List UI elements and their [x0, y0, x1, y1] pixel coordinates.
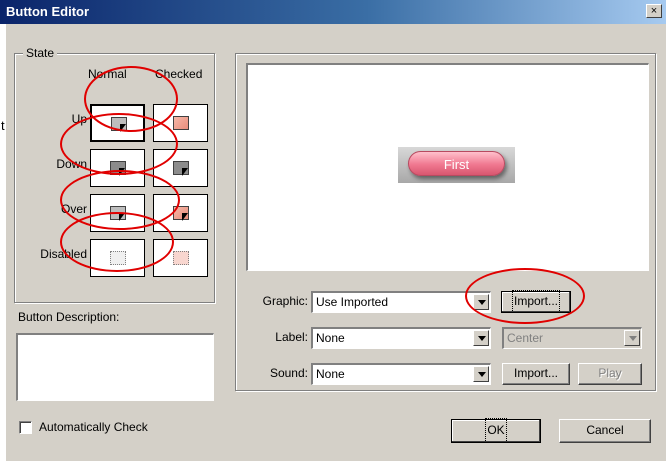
- state-cell-disabled-normal[interactable]: [90, 239, 145, 277]
- ok-label: OK: [485, 418, 507, 443]
- dialog-body: State Normal Checked Up Down Over Disabl…: [6, 24, 666, 461]
- sound-play-label: Play: [598, 366, 622, 380]
- button-state-icon: [173, 251, 189, 265]
- side-note-text: t: [1, 118, 5, 133]
- sound-select-value: None: [316, 367, 345, 381]
- sound-label: Sound:: [269, 366, 308, 380]
- cancel-button[interactable]: Cancel: [559, 419, 651, 443]
- state-cell-down-normal[interactable]: [90, 149, 145, 187]
- pointer-cursor-icon: [182, 213, 188, 221]
- description-textarea[interactable]: [16, 333, 214, 401]
- row-label-over: Over: [60, 202, 87, 216]
- title-bar: Button Editor ×: [0, 0, 666, 24]
- label-field-label: Label:: [275, 330, 308, 344]
- state-group-legend: State: [23, 46, 58, 60]
- preview-button: First: [408, 151, 505, 176]
- chevron-down-icon: [624, 330, 640, 346]
- row-label-disabled: Disabled: [40, 247, 87, 261]
- label-select-value: None: [316, 331, 345, 345]
- sound-play-button: Play: [578, 363, 642, 385]
- description-label: Button Description:: [18, 310, 120, 324]
- graphic-import-button[interactable]: Import...: [501, 290, 571, 313]
- sound-import-label: Import...: [513, 366, 558, 380]
- pointer-cursor-icon: [120, 124, 126, 132]
- label-select[interactable]: None: [311, 327, 491, 349]
- ok-button[interactable]: OK: [451, 418, 541, 443]
- state-cell-up-checked[interactable]: [153, 104, 208, 142]
- close-button[interactable]: ×: [646, 4, 662, 18]
- preview-group: First Graphic: Use Imported Import... La…: [235, 53, 656, 391]
- state-cell-over-normal[interactable]: [90, 194, 145, 232]
- pointer-cursor-icon: [119, 213, 125, 221]
- button-state-icon: [173, 116, 189, 130]
- pointer-cursor-icon: [182, 168, 188, 176]
- chevron-down-icon[interactable]: [473, 330, 489, 346]
- sound-import-button[interactable]: Import...: [502, 363, 570, 385]
- preview-area: First: [246, 63, 649, 271]
- graphic-select-value: Use Imported: [316, 295, 389, 309]
- button-state-icon: [110, 251, 126, 265]
- window-title: Button Editor: [6, 4, 90, 19]
- graphic-select[interactable]: Use Imported: [311, 291, 491, 313]
- cancel-label: Cancel: [586, 423, 624, 437]
- column-label-checked: Checked: [155, 67, 203, 81]
- label-align-value: Center: [507, 331, 544, 345]
- chevron-down-icon[interactable]: [473, 294, 489, 310]
- chevron-down-icon[interactable]: [473, 366, 489, 382]
- state-group: State Normal Checked Up Down Over Disabl…: [14, 46, 215, 303]
- row-label-down: Down: [56, 157, 87, 171]
- column-label-normal: Normal: [88, 67, 127, 81]
- sound-select[interactable]: None: [311, 363, 491, 385]
- graphic-label: Graphic:: [262, 294, 308, 308]
- auto-check-label[interactable]: Automatically Check: [39, 420, 148, 434]
- pointer-cursor-icon: [119, 168, 125, 176]
- state-cell-up-normal[interactable]: [90, 104, 145, 142]
- state-cell-disabled-checked[interactable]: [153, 239, 208, 277]
- label-align-select: Center: [502, 327, 642, 349]
- close-icon: ×: [650, 5, 658, 17]
- graphic-import-label: Import...: [511, 290, 561, 313]
- state-cell-down-checked[interactable]: [153, 149, 208, 187]
- row-label-up: Up: [71, 112, 87, 126]
- auto-check-checkbox[interactable]: [19, 421, 32, 434]
- state-cell-over-checked[interactable]: [153, 194, 208, 232]
